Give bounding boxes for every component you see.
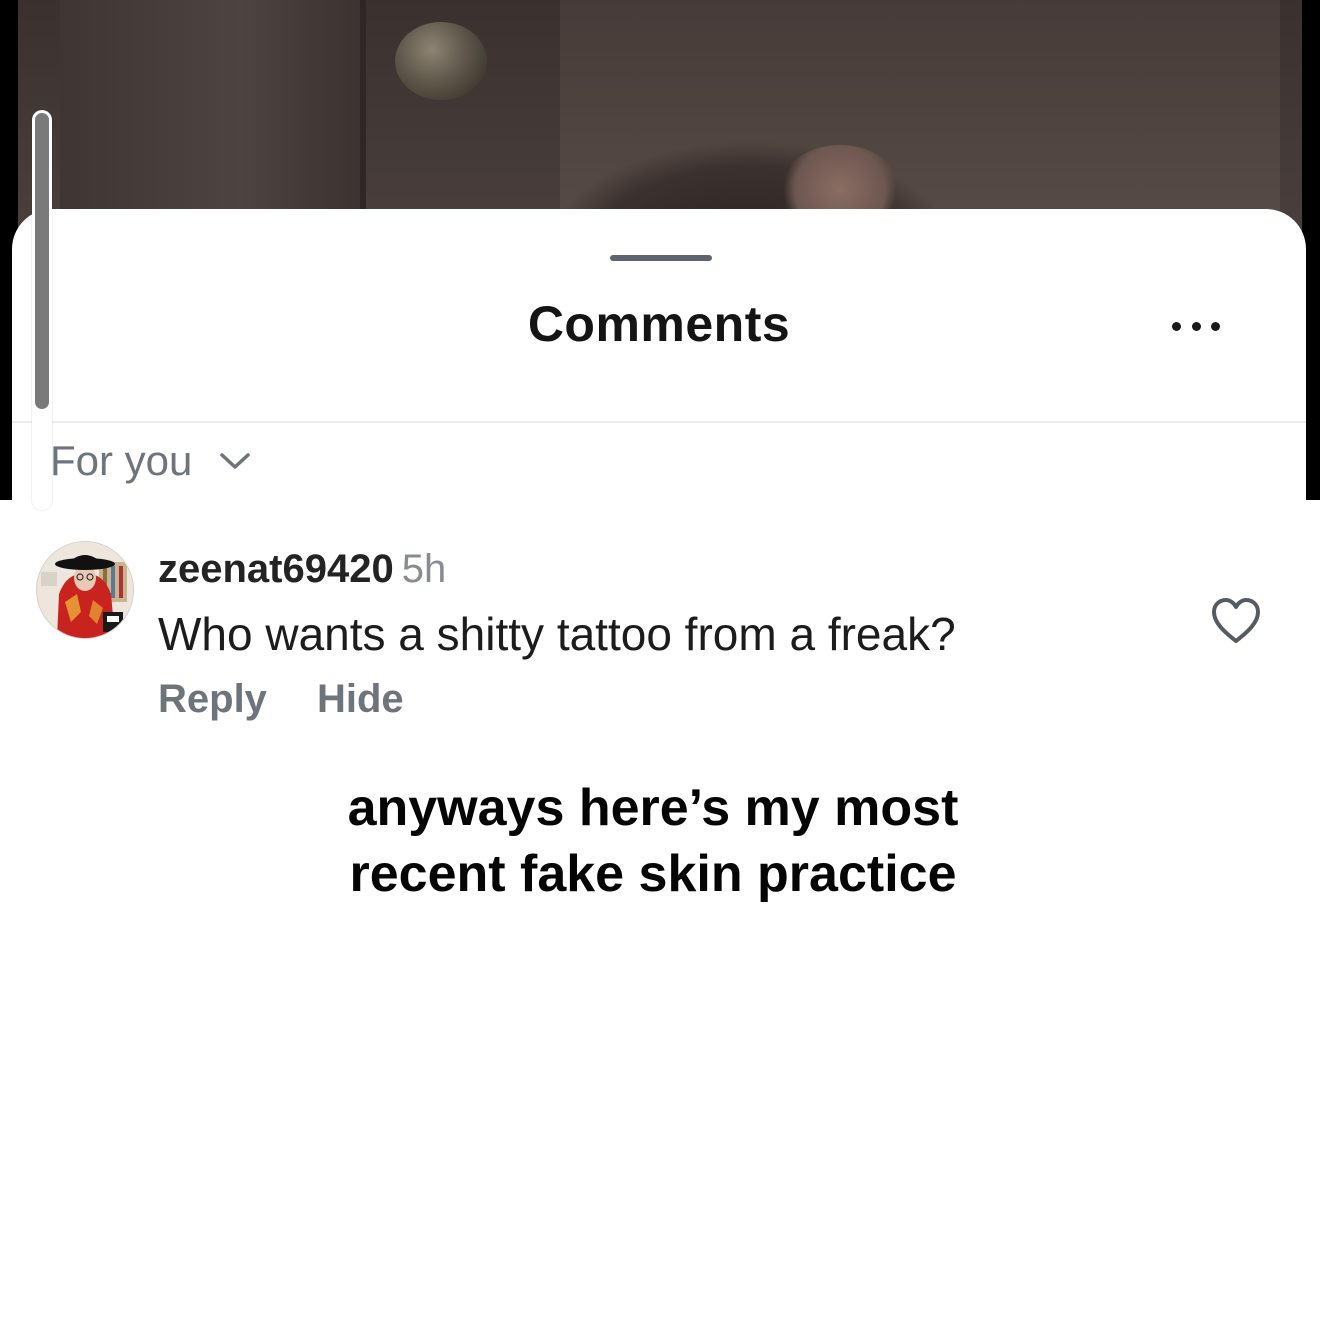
filter-label: For you — [50, 437, 193, 484]
scrollbar[interactable] — [32, 110, 52, 510]
comment-timestamp: 5h — [401, 547, 447, 591]
divider — [12, 421, 1306, 423]
sheet-title: Comments — [527, 296, 791, 352]
door-panel — [60, 0, 366, 210]
comments-sheet: Comments For you zeenat69420 5h Who want… — [12, 209, 1306, 1320]
reply-button[interactable]: Reply — [158, 677, 267, 722]
chevron-down-icon — [220, 453, 251, 469]
doorknob — [395, 22, 487, 100]
scrollbar-thumb[interactable] — [35, 113, 49, 409]
comment-item: zeenat69420 5h Who wants a shitty tattoo … — [36, 541, 1276, 741]
comment-header: zeenat69420 5h — [158, 547, 446, 592]
hide-button[interactable]: Hide — [317, 677, 404, 722]
heart-outline-icon[interactable] — [1210, 597, 1262, 645]
more-horizontal-icon[interactable] — [1172, 319, 1220, 333]
comment-username[interactable]: zeenat69420 — [158, 547, 394, 591]
comment-actions: Reply Hide — [158, 677, 404, 722]
avatar[interactable] — [36, 541, 134, 639]
video-caption: anyways here’s my most recent fake skin … — [0, 775, 1306, 907]
caption-line-2: recent fake skin practice — [349, 845, 957, 903]
caption-line-1: anyways here’s my most — [347, 779, 959, 837]
comment-text: Who wants a shitty tattoo from a freak? — [158, 608, 956, 660]
drag-handle[interactable] — [610, 255, 712, 261]
filter-dropdown[interactable]: For you — [50, 431, 252, 491]
